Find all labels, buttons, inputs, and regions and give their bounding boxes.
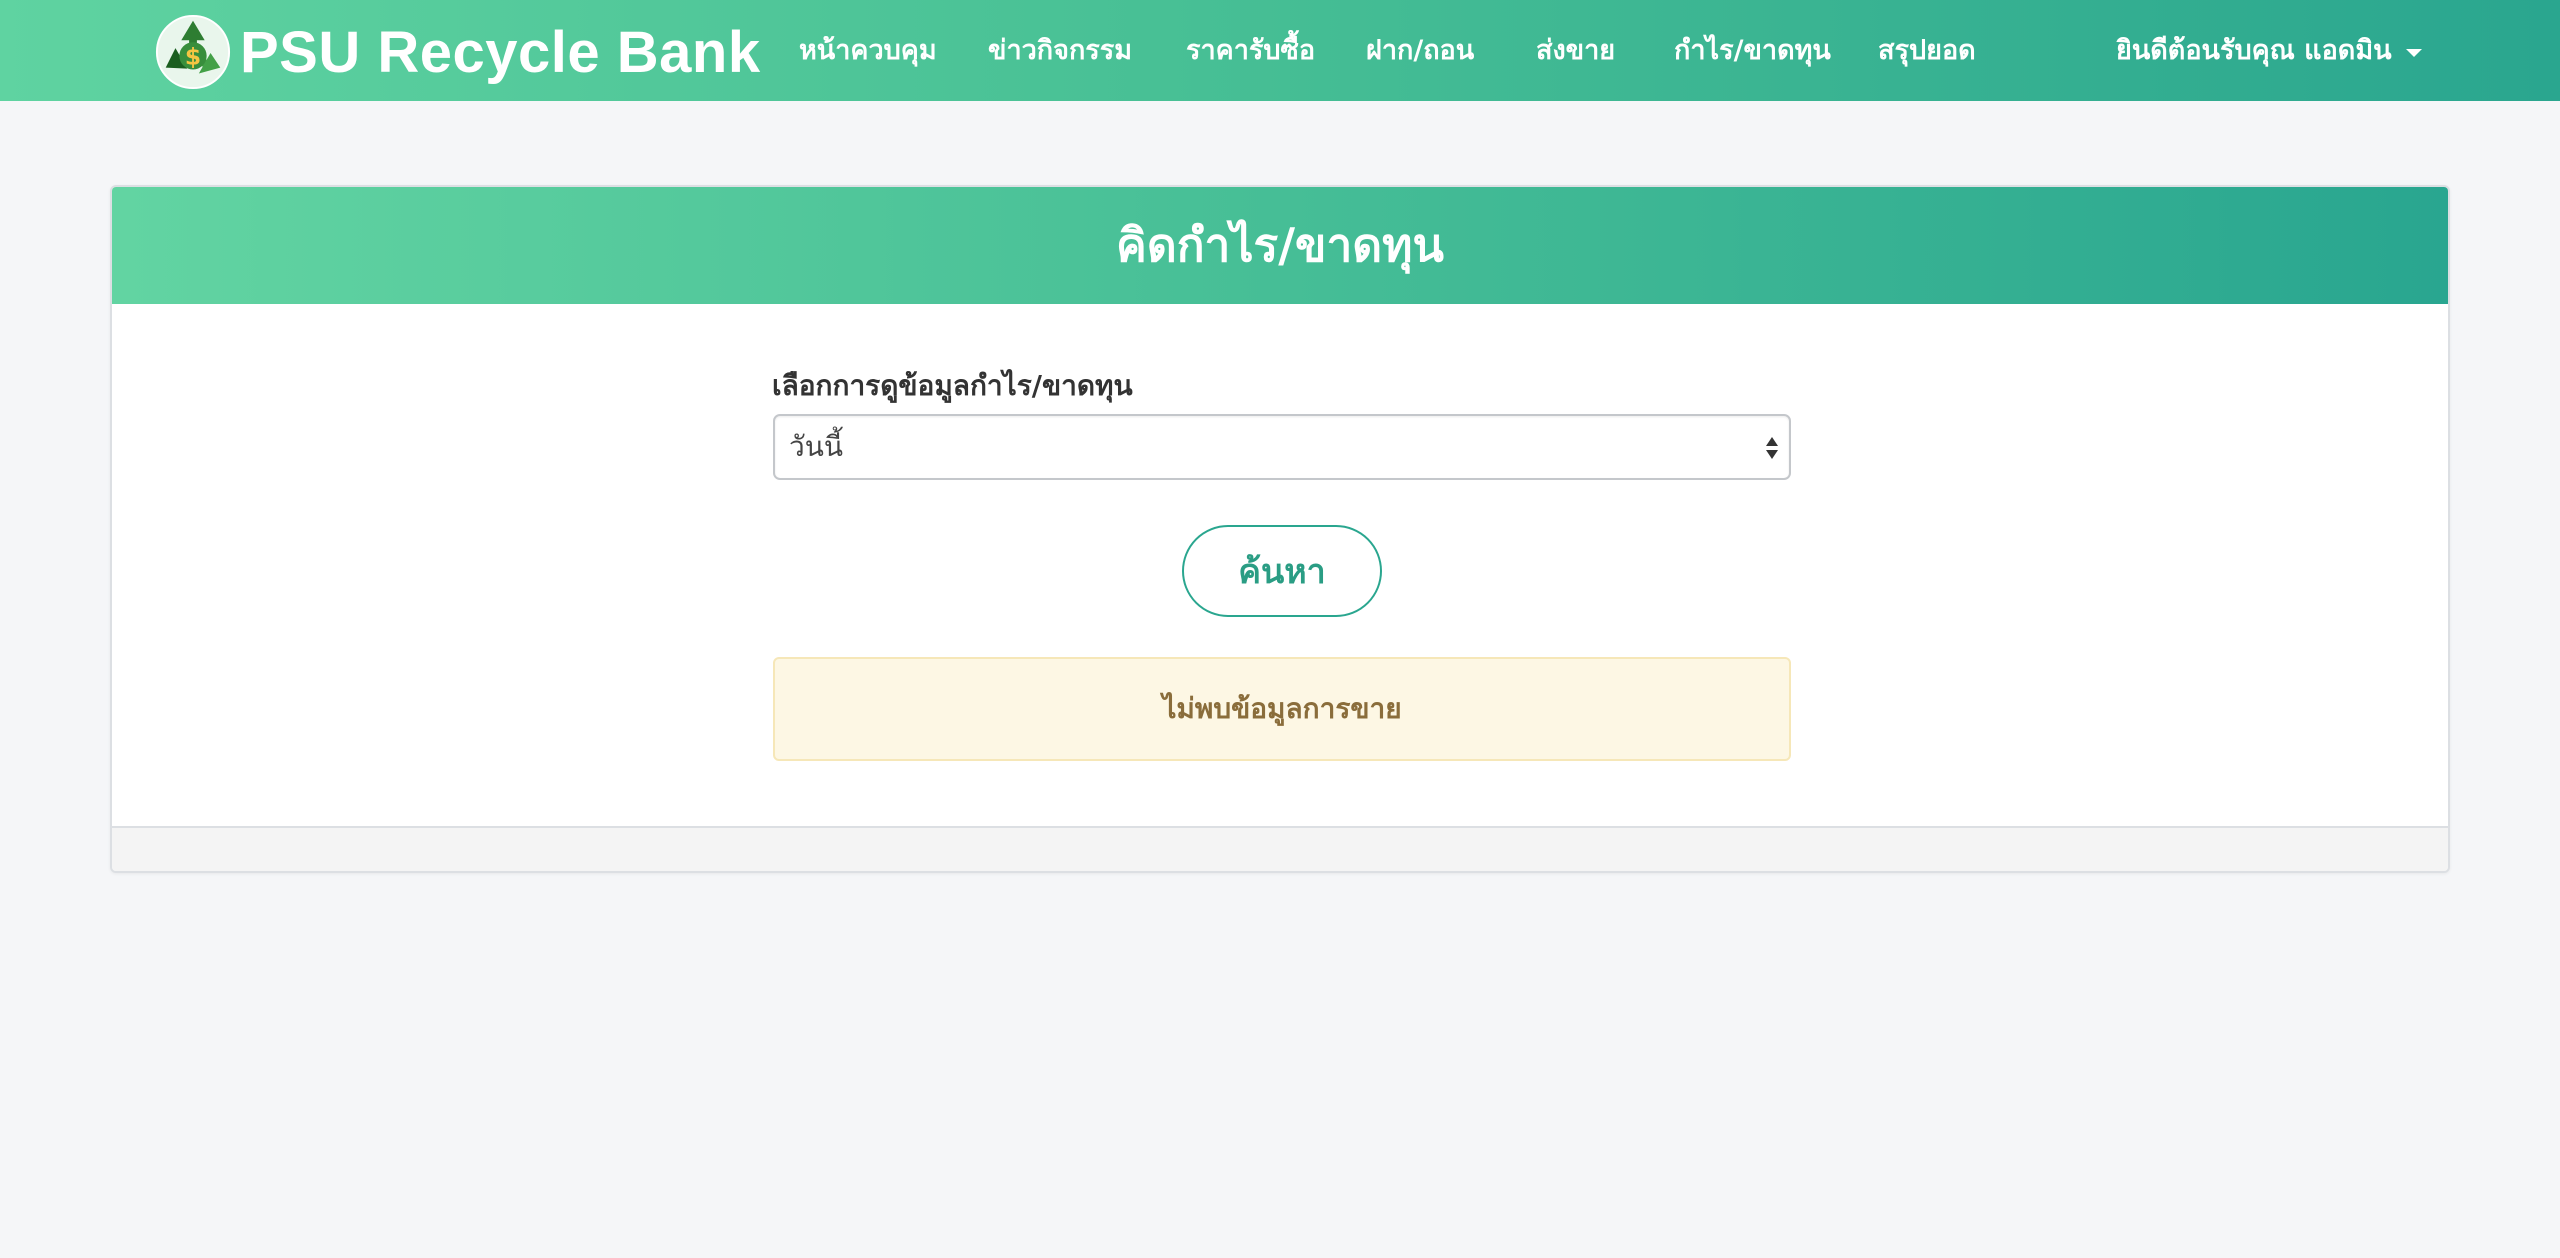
nav-item-profit-loss[interactable]: กำไร/ขาดทุน [1674,30,1831,72]
period-select[interactable]: วันนี้ [773,414,1791,480]
no-sales-alert: ไม่พบข้อมูลการขาย [773,657,1791,761]
search-button[interactable]: ค้นหา [1182,525,1382,617]
panel-heading: คิดกำไร/ขาดทุน [112,187,2448,304]
period-select-value: วันนี้ [789,430,844,463]
nav-item-summary[interactable]: สรุปยอด [1878,30,1976,72]
panel-footer [112,826,2448,871]
brand-link[interactable]: $ PSU Recycle Bank [154,14,761,90]
nav-item-sell[interactable]: ส่งขาย [1536,30,1615,72]
svg-text:$: $ [185,43,201,71]
period-select-label: เลือกการดูข้อมูลกำไร/ขาดทุน [772,369,1133,402]
caret-down-icon [2405,49,2422,57]
nav-item-deposit-withdraw[interactable]: ฝาก/ถอน [1366,30,1474,72]
panel-title: คิดกำไร/ขาดทุน [1116,218,1444,272]
nav-item-buy-prices[interactable]: ราคารับซื้อ [1186,30,1315,72]
select-arrows-icon [1766,437,1778,459]
alert-message: ไม่พบข้อมูลการขาย [1162,692,1402,725]
nav-item-dashboard[interactable]: หน้าควบคุม [799,30,937,72]
user-menu-dropdown[interactable]: ยินดีต้อนรับคุณ แอดมิน [2116,30,2422,72]
nav-item-news[interactable]: ข่าวกิจกรรม [988,30,1132,72]
user-greeting: ยินดีต้อนรับคุณ แอดมิน [2116,35,2392,66]
recycle-money-icon: $ [155,14,231,90]
brand-name: PSU Recycle Bank [240,19,761,85]
top-navbar: $ PSU Recycle Bank หน้าควบคุม ข่าวกิจกรร… [0,0,2560,101]
profit-loss-panel: คิดกำไร/ขาดทุน เลือกการดูข้อมูลกำไร/ขาดท… [110,185,2450,873]
